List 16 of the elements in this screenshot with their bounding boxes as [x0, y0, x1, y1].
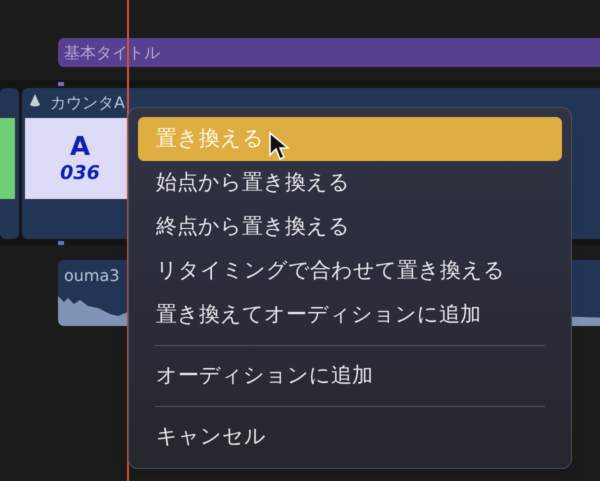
menu-item[interactable]: リタイミングで合わせて置き換える [138, 249, 562, 293]
cursor-icon [268, 131, 290, 161]
title-clip[interactable]: 基本タイトル [58, 38, 600, 67]
menu-item[interactable]: 置き換えてオーディションに追加 [138, 293, 562, 337]
clip-name: ouma3 [64, 265, 120, 287]
thumbnail-letter: A [70, 134, 90, 160]
clip-marker [58, 82, 64, 86]
clip-label: 基本タイトル [64, 42, 160, 64]
menu-item[interactable]: キャンセル [138, 415, 562, 459]
menu-item[interactable]: 終点から置き換える [138, 205, 562, 249]
clip-name: カウンタA [50, 92, 125, 114]
cone-icon [27, 93, 43, 109]
menu-item[interactable]: 始点から置き換える [138, 161, 562, 205]
menu-item[interactable]: オーディションに追加 [138, 354, 562, 398]
clip-marker [58, 241, 64, 245]
thumbnail-number: 036 [60, 164, 100, 183]
